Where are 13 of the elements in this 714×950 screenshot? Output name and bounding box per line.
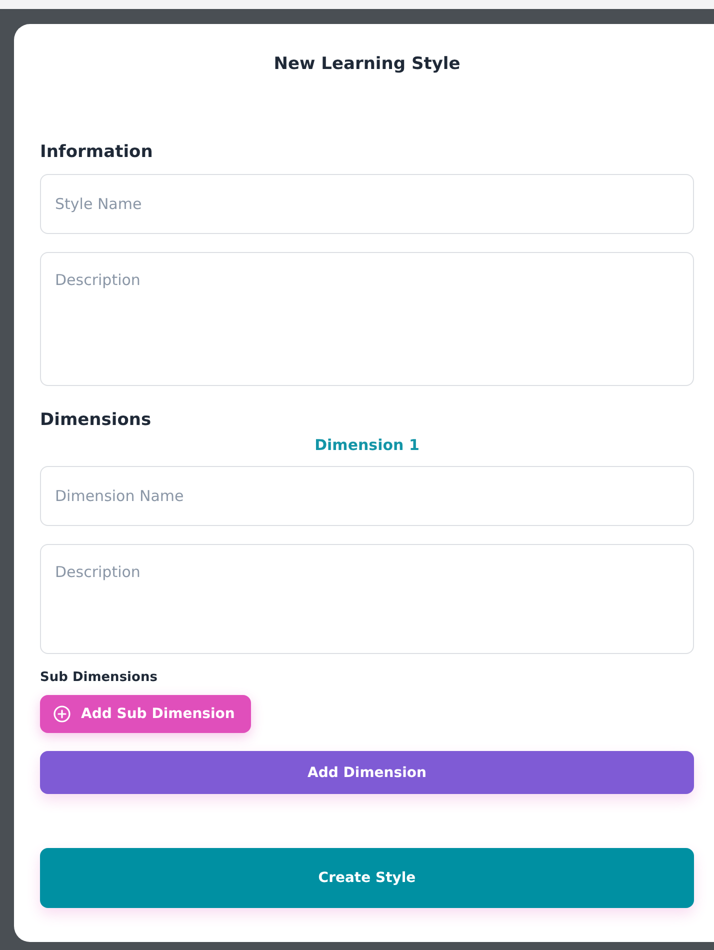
description-field[interactable]: Description bbox=[40, 544, 694, 654]
field-label: Sub Dimensions bbox=[40, 670, 158, 685]
section-heading: Dimensions bbox=[40, 410, 152, 430]
modal-title: New Learning Style bbox=[272, 54, 462, 74]
input-field[interactable]: Dimension Name bbox=[40, 466, 694, 526]
input-field[interactable]: Style Name bbox=[40, 174, 694, 234]
add-dimension-button[interactable]: Add Dimension bbox=[40, 751, 694, 794]
section-heading: Information bbox=[40, 142, 154, 162]
description-field[interactable]: Description bbox=[40, 252, 694, 386]
dimension-title: Dimension 1 bbox=[314, 436, 420, 454]
create-style-button[interactable]: Create Style bbox=[40, 848, 694, 908]
plus-circle-icon bbox=[53, 705, 71, 723]
add-sub-dimension-button[interactable]: Add Sub Dimension bbox=[40, 695, 251, 733]
